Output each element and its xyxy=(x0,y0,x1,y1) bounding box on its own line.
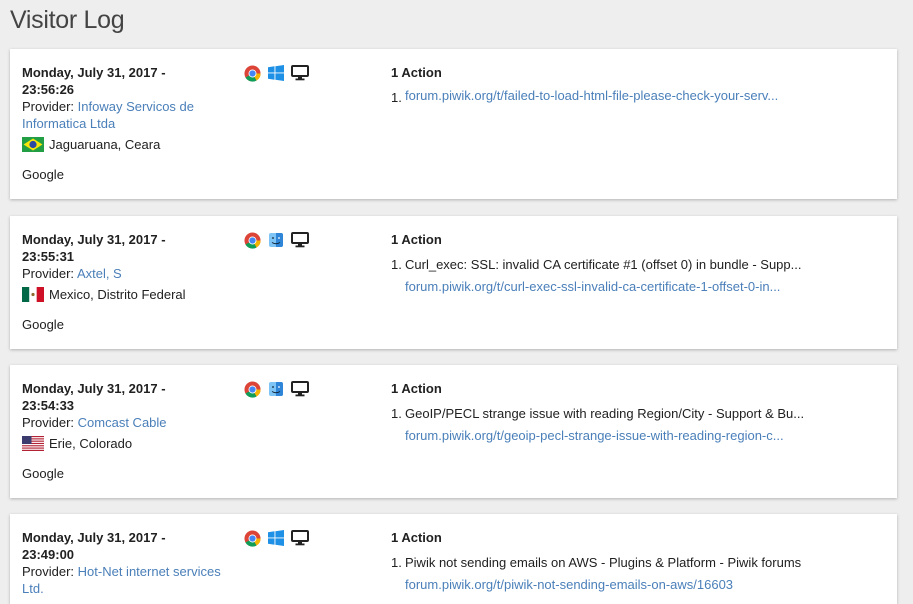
action-title: Piwik not sending emails on AWS - Plugin… xyxy=(405,555,802,570)
provider: Provider: Infoway Servicos de Informatic… xyxy=(22,98,232,132)
provider-label: Provider: xyxy=(22,99,75,114)
mexico-flag-icon xyxy=(22,287,44,302)
visit-card: Monday, July 31, 2017 - 23:54:33 Provide… xyxy=(10,365,897,498)
visit-date: Monday, July 31, 2017 - xyxy=(22,232,166,247)
location: Jaguaruana, Ceara xyxy=(22,136,232,153)
visit-info: Monday, July 31, 2017 - 23:56:26 Provide… xyxy=(22,64,232,183)
provider: Provider: Comcast Cable xyxy=(22,414,232,431)
referrer: Google xyxy=(22,466,64,481)
chrome-icon xyxy=(243,380,261,398)
action-item: 1. GeoIP/PECL strange issue with reading… xyxy=(391,403,881,447)
provider-label: Provider: xyxy=(22,564,75,579)
actions: 1 Action 1. forum.piwik.org/t/failed-to-… xyxy=(391,64,881,109)
chrome-icon xyxy=(243,529,261,547)
action-title: GeoIP/PECL strange issue with reading Re… xyxy=(405,406,805,421)
action-number: 1. xyxy=(391,257,402,272)
visit-date: Monday, July 31, 2017 - xyxy=(22,381,166,396)
action-url[interactable]: forum.piwik.org/t/geoip-pecl-strange-iss… xyxy=(405,425,881,447)
page-title: Visitor Log xyxy=(10,6,125,34)
visit-card: Monday, July 31, 2017 - 23:49:00 Provide… xyxy=(10,514,897,604)
visit-time: 23:54:33 xyxy=(22,398,75,413)
visit-card: Monday, July 31, 2017 - 23:56:26 Provide… xyxy=(10,49,897,199)
action-url[interactable]: forum.piwik.org/t/piwik-not-sending-emai… xyxy=(405,574,881,596)
mac-finder-icon xyxy=(267,380,285,398)
location: Erie, Colorado xyxy=(22,435,232,452)
chrome-icon xyxy=(243,64,261,82)
visit-icons xyxy=(243,231,309,249)
visit-info: Monday, July 31, 2017 - 23:55:31 Provide… xyxy=(22,231,232,333)
visit-card: Monday, July 31, 2017 - 23:55:31 Provide… xyxy=(10,216,897,349)
usa-flag-icon xyxy=(22,436,44,451)
chrome-icon xyxy=(243,231,261,249)
windows-icon xyxy=(267,529,285,547)
desktop-icon xyxy=(291,529,309,547)
windows-icon xyxy=(267,64,285,82)
location-text: Jaguaruana, Ceara xyxy=(49,137,161,152)
action-item: 1. Piwik not sending emails on AWS - Plu… xyxy=(391,552,881,596)
provider: Provider: Axtel, S xyxy=(22,265,232,282)
provider-link[interactable]: Axtel, S xyxy=(77,266,122,281)
visit-date: Monday, July 31, 2017 - xyxy=(22,65,166,80)
action-url[interactable]: forum.piwik.org/t/failed-to-load-html-fi… xyxy=(405,87,881,104)
visit-date: Monday, July 31, 2017 - xyxy=(22,530,166,545)
action-url[interactable]: forum.piwik.org/t/curl-exec-ssl-invalid-… xyxy=(405,276,881,298)
location-text: Erie, Colorado xyxy=(49,436,133,451)
visit-time: 23:56:26 xyxy=(22,82,75,97)
visit-info: Monday, July 31, 2017 - 23:49:00 Provide… xyxy=(22,529,232,597)
action-title: Curl_exec: SSL: invalid CA certificate #… xyxy=(405,257,802,272)
visit-time: 23:49:00 xyxy=(22,547,75,562)
desktop-icon xyxy=(291,64,309,82)
referrer: Google xyxy=(22,167,64,182)
provider-label: Provider: xyxy=(22,266,75,281)
visit-icons xyxy=(243,529,309,547)
visit-icons xyxy=(243,380,309,398)
provider: Provider: Hot-Net internet services Ltd. xyxy=(22,563,232,597)
action-item: 1. forum.piwik.org/t/failed-to-load-html… xyxy=(391,87,881,109)
actions-count: 1 Action xyxy=(391,381,442,396)
brazil-flag-icon xyxy=(22,137,44,152)
desktop-icon xyxy=(291,231,309,249)
actions: 1 Action 1. Curl_exec: SSL: invalid CA c… xyxy=(391,231,881,298)
referrer: Google xyxy=(22,317,64,332)
visit-time: 23:55:31 xyxy=(22,249,75,264)
action-number: 1. xyxy=(391,406,402,421)
location: Mexico, Distrito Federal xyxy=(22,286,232,303)
action-number: 1. xyxy=(391,90,402,105)
mac-finder-icon xyxy=(267,231,285,249)
visit-icons xyxy=(243,64,309,82)
location-text: Mexico, Distrito Federal xyxy=(49,287,186,302)
visit-info: Monday, July 31, 2017 - 23:54:33 Provide… xyxy=(22,380,232,482)
actions-count: 1 Action xyxy=(391,65,442,80)
action-number: 1. xyxy=(391,555,402,570)
desktop-icon xyxy=(291,380,309,398)
provider-link[interactable]: Comcast Cable xyxy=(78,415,167,430)
actions: 1 Action 1. GeoIP/PECL strange issue wit… xyxy=(391,380,881,447)
action-item: 1. Curl_exec: SSL: invalid CA certificat… xyxy=(391,254,881,298)
actions-count: 1 Action xyxy=(391,530,442,545)
provider-label: Provider: xyxy=(22,415,75,430)
actions-count: 1 Action xyxy=(391,232,442,247)
